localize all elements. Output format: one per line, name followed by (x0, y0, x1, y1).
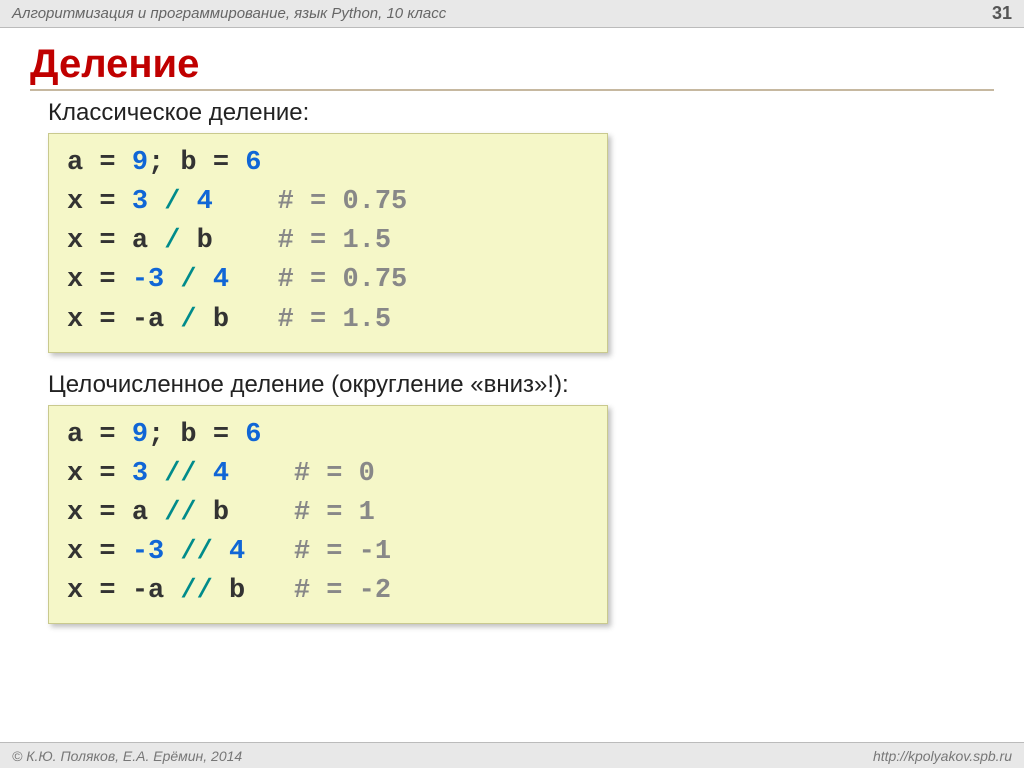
footer-url: http://kpolyakov.spb.ru (873, 748, 1012, 764)
code-line: x = -3 / 4 # = 0.75 (67, 261, 589, 300)
header-bar: Алгоритмизация и программирование, язык … (0, 0, 1024, 28)
course-title: Алгоритмизация и программирование, язык … (12, 5, 446, 22)
code-line: x = -a // b # = -2 (67, 572, 589, 611)
footer-bar: © К.Ю. Поляков, Е.А. Ерёмин, 2014 http:/… (0, 742, 1024, 768)
footer-copyright: © К.Ю. Поляков, Е.А. Ерёмин, 2014 (12, 748, 242, 764)
code-line: x = a // b # = 1 (67, 494, 589, 533)
section1-heading: Классическое деление: (48, 99, 994, 127)
code-block-1: a = 9; b = 6x = 3 / 4 # = 0.75x = a / b … (48, 133, 608, 353)
code-line: a = 9; b = 6 (67, 144, 589, 183)
code-line: x = a / b # = 1.5 (67, 222, 589, 261)
code-line: x = -3 // 4 # = -1 (67, 533, 589, 572)
code-line: x = 3 // 4 # = 0 (67, 455, 589, 494)
code-line: x = -a / b # = 1.5 (67, 301, 589, 340)
code-line: x = 3 / 4 # = 0.75 (67, 183, 589, 222)
code-block-2: a = 9; b = 6x = 3 // 4 # = 0x = a // b #… (48, 405, 608, 625)
code-line: a = 9; b = 6 (67, 416, 589, 455)
slide-title: Деление (30, 38, 994, 89)
title-rule (30, 89, 994, 91)
section2-heading: Целочисленное деление (округление «вниз»… (48, 371, 994, 399)
page-number: 31 (992, 3, 1012, 24)
